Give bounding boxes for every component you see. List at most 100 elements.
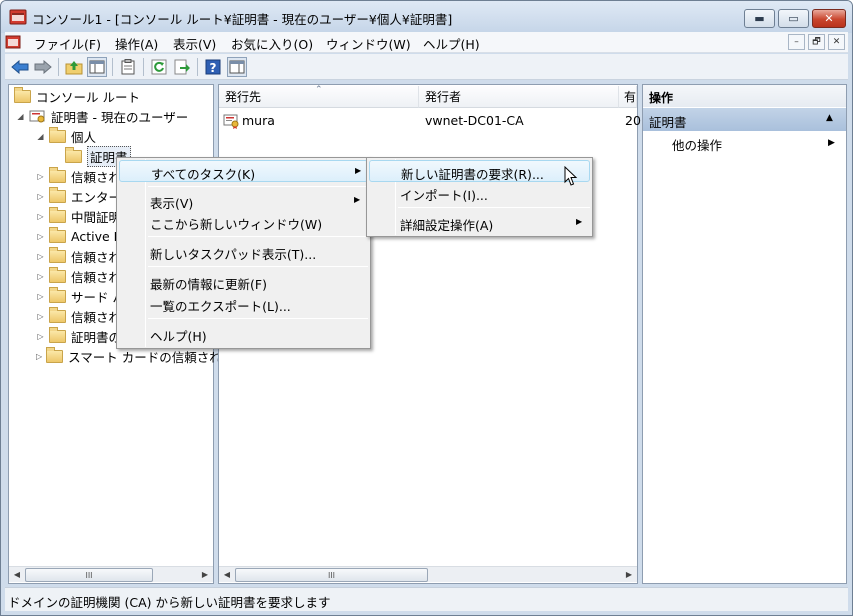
column-label: 有	[624, 90, 637, 104]
column-header-expiration[interactable]: 有	[619, 86, 637, 108]
tree-item-label: 個人	[71, 129, 97, 145]
collapse-section-icon[interactable]: ▲	[826, 113, 833, 123]
menu-window[interactable]: ウィンドウ(W)	[326, 34, 411, 53]
menu-item-advanced-operations[interactable]: 詳細設定操作(A) ▶	[369, 213, 590, 233]
expand-triangle-icon[interactable]: ▷	[36, 252, 45, 261]
menu-item-label: 詳細設定操作(A)	[400, 218, 494, 233]
menu-help[interactable]: ヘルプ(H)	[423, 34, 480, 53]
expand-triangle-icon[interactable]: ▷	[36, 172, 45, 181]
cell-issued-to: mura	[242, 113, 275, 128]
menu-view[interactable]: 表示(V)	[173, 34, 216, 53]
show-hide-console-tree-button[interactable]	[87, 57, 107, 77]
tree-item-label: スマート カードの信頼され	[68, 349, 222, 365]
collapse-triangle-icon[interactable]: ◢	[36, 132, 45, 141]
expand-triangle-icon[interactable]: ▷	[36, 292, 45, 301]
back-arrow-icon	[11, 60, 29, 74]
window-title: コンソール1 - [コンソール ルート¥証明書 - 現在のユーザー¥個人¥証明書…	[32, 12, 453, 27]
scroll-thumb[interactable]: III	[25, 568, 153, 582]
mdi-close-button[interactable]: ✕	[828, 34, 845, 50]
menu-action[interactable]: 操作(A)	[115, 34, 158, 53]
menu-separator	[398, 207, 590, 208]
expand-triangle-icon[interactable]: ▷	[36, 312, 45, 321]
tree-item-label: 証明書の	[71, 329, 122, 345]
mdi-close-icon: ✕	[832, 37, 841, 47]
mdi-restore-button[interactable]: 🗗	[808, 34, 825, 50]
scroll-left-icon[interactable]: ◀	[219, 567, 235, 582]
refresh-icon	[151, 59, 167, 75]
export-list-button[interactable]	[172, 57, 192, 77]
refresh-button[interactable]	[149, 57, 169, 77]
scroll-right-icon[interactable]: ▶	[621, 567, 637, 582]
up-one-level-button[interactable]	[64, 57, 84, 77]
expand-triangle-icon[interactable]: ▷	[36, 232, 45, 241]
expand-triangle-icon[interactable]: ▷	[36, 352, 42, 361]
cell-expiration: 20	[625, 113, 641, 128]
forward-button[interactable]	[33, 57, 53, 77]
tree-horizontal-scrollbar[interactable]: ◀ III ▶	[9, 566, 213, 582]
folder-icon	[49, 186, 66, 203]
help-button[interactable]: ?	[203, 57, 223, 77]
tree-item-personal[interactable]: ◢ 個人	[10, 126, 212, 146]
svg-text:?: ?	[210, 61, 217, 75]
menu-item-view[interactable]: 表示(V) ▶	[119, 191, 368, 211]
status-text: ドメインの証明機関 (CA) から新しい証明書を要求します	[8, 595, 331, 610]
expand-triangle-icon[interactable]: ▷	[36, 212, 45, 221]
menu-item-label: 一覧のエクスポート(L)...	[150, 299, 291, 314]
menu-item-label: ここから新しいウィンドウ(W)	[150, 217, 323, 232]
scroll-left-icon[interactable]: ◀	[9, 567, 25, 582]
menu-item-help[interactable]: ヘルプ(H)	[119, 324, 368, 344]
mdi-minimize-icon: –	[794, 37, 799, 47]
certificate-icon	[223, 114, 239, 129]
menu-item-all-tasks[interactable]: すべてのタスク(K) ▶	[119, 160, 368, 182]
folder-icon	[49, 266, 66, 283]
table-row[interactable]: mura vwnet-DC01-CA 20	[220, 111, 641, 131]
menu-favorites[interactable]: お気に入り(O)	[231, 34, 313, 53]
collapse-triangle-icon[interactable]: ◢	[16, 112, 25, 121]
menu-item-request-new-certificate[interactable]: 新しい証明書の要求(R)...	[369, 160, 590, 182]
action-pane-header: 操作	[643, 85, 846, 107]
action-other-operations[interactable]: 他の操作	[672, 135, 722, 154]
folder-icon	[49, 126, 66, 143]
close-button[interactable]: ✕	[812, 9, 846, 28]
menu-item-new-taskpad[interactable]: 新しいタスクパッド表示(T)...	[119, 242, 368, 262]
scroll-right-icon[interactable]: ▶	[197, 567, 213, 582]
menu-item-label: 表示(V)	[150, 196, 194, 211]
mdi-restore-icon: 🗗	[812, 37, 821, 47]
menu-item-export-list[interactable]: 一覧のエクスポート(L)...	[119, 294, 368, 314]
close-icon: ✕	[824, 12, 834, 25]
back-button[interactable]	[10, 57, 30, 77]
menu-item-label: 新しい証明書の要求(R)...	[401, 167, 544, 182]
show-hide-action-pane-button[interactable]	[227, 57, 247, 77]
action-section-certificates[interactable]: 証明書 ▲	[643, 108, 846, 131]
menu-item-refresh[interactable]: 最新の情報に更新(F)	[119, 272, 368, 292]
help-icon: ?	[205, 59, 221, 75]
show-hide-action-pane-icon	[229, 60, 245, 74]
expand-triangle-icon[interactable]: ▷	[36, 192, 45, 201]
folder-icon	[49, 226, 66, 243]
mdi-minimize-button[interactable]: –	[788, 34, 805, 50]
scroll-thumb[interactable]: III	[235, 568, 428, 582]
column-header-issued-by[interactable]: 発行者	[419, 86, 619, 108]
expand-triangle-icon[interactable]: ▷	[36, 272, 45, 281]
tree-item-cert-store[interactable]: ◢ 証明書 - 現在のユーザー	[10, 106, 212, 126]
maximize-button[interactable]: ▭	[778, 9, 809, 28]
submenu-arrow-icon: ▶	[354, 195, 361, 204]
tree-item-label: 信頼され	[71, 249, 122, 265]
sort-ascending-icon: ⌃	[315, 85, 323, 95]
toolbar-separator	[197, 58, 198, 76]
menu-item-new-window[interactable]: ここから新しいウィンドウ(W)	[119, 212, 368, 232]
minimize-button[interactable]: ▬	[744, 9, 775, 28]
action-item-label: 他の操作	[672, 138, 723, 153]
certificate-store-icon	[29, 110, 45, 123]
menu-file[interactable]: ファイル(F)	[34, 34, 101, 53]
mmc-console-icon	[9, 9, 27, 25]
properties-button[interactable]	[118, 57, 138, 77]
expand-triangle-icon[interactable]: ▷	[36, 332, 45, 341]
tree-item-smart-card[interactable]: ▷ スマート カードの信頼され	[10, 346, 222, 366]
menu-separator	[148, 266, 368, 267]
console-system-menu-icon[interactable]	[5, 35, 21, 49]
show-hide-tree-icon	[89, 60, 105, 74]
list-horizontal-scrollbar[interactable]: ◀ III ▶	[219, 566, 637, 582]
tree-item-console-root[interactable]: コンソール ルート	[10, 86, 212, 106]
menu-item-import[interactable]: インポート(I)...	[369, 183, 590, 203]
